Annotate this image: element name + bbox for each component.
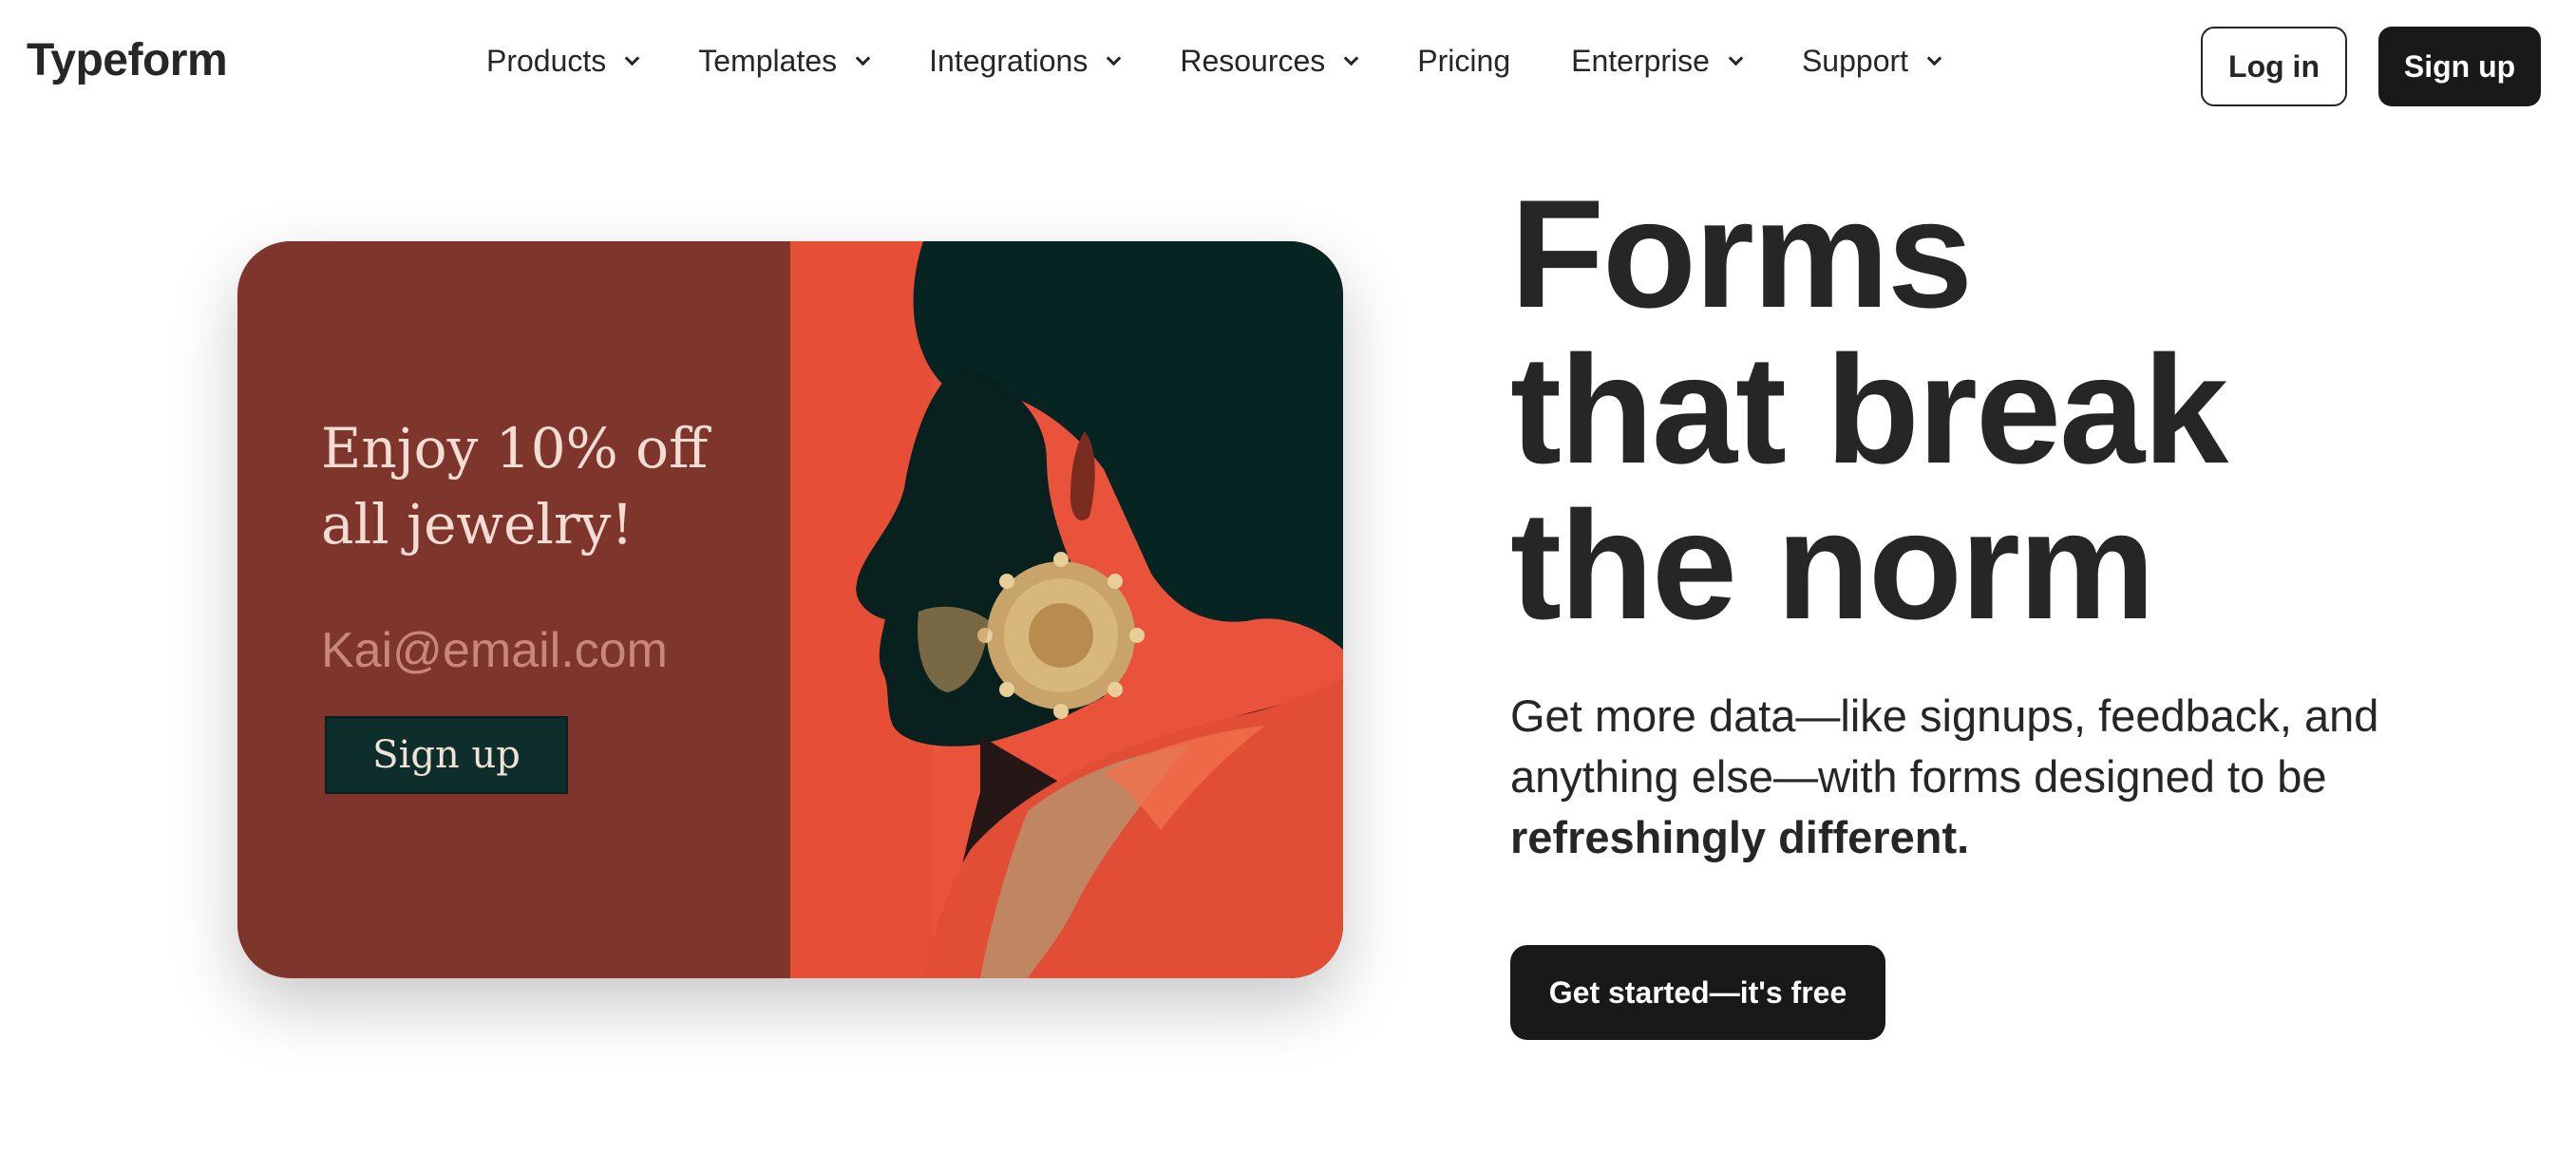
get-started-button[interactable]: Get started—it's free <box>1510 945 1885 1040</box>
chevron-down-icon <box>625 50 640 66</box>
nav-item-label: Resources <box>1180 44 1326 78</box>
nav-item-integrations[interactable]: Integrations <box>929 44 1122 79</box>
chevron-down-icon <box>1344 50 1359 66</box>
signup-button[interactable]: Sign up <box>2378 27 2541 106</box>
login-button[interactable]: Log in <box>2201 27 2347 106</box>
hero-subtitle-text: Get more data—like signups, feedback, an… <box>1510 690 2379 802</box>
nav-item-label: Templates <box>698 44 838 78</box>
hero-subtitle: Get more data—like signups, feedback, an… <box>1510 686 2470 868</box>
email-field[interactable] <box>321 617 720 684</box>
form-panel <box>237 241 790 978</box>
form-preview-card: Enjoy 10% off all jewelry! Sign up <box>237 241 1343 978</box>
chevron-down-icon <box>1107 50 1122 66</box>
nav-item-label: Products <box>486 44 607 78</box>
nav-item-pricing[interactable]: Pricing <box>1417 44 1510 79</box>
nav-item-label: Enterprise <box>1571 44 1710 78</box>
jewelry-model-photo <box>790 241 1343 978</box>
main-nav: Products Templates Integrations Resource… <box>486 44 1942 79</box>
card-signup-button[interactable]: Sign up <box>325 716 568 794</box>
hero-subtitle-emphasis: refreshingly different. <box>1510 812 1970 862</box>
hero-title-line: that break <box>1510 324 2228 496</box>
nav-item-support[interactable]: Support <box>1801 44 1942 79</box>
chevron-down-icon <box>1926 50 1942 66</box>
top-navigation-bar: Typeform Products Templates Integrations… <box>0 0 2576 131</box>
promo-headline: Enjoy 10% off all jewelry! <box>321 416 709 557</box>
nav-item-label: Integrations <box>929 44 1089 78</box>
nav-item-resources[interactable]: Resources <box>1180 44 1359 79</box>
hero-title-line: the norm <box>1510 480 2155 652</box>
chevron-down-icon <box>1728 50 1744 66</box>
nav-item-enterprise[interactable]: Enterprise <box>1571 44 1744 79</box>
nav-item-label: Pricing <box>1417 44 1511 78</box>
chevron-down-icon <box>855 50 871 66</box>
nav-item-templates[interactable]: Templates <box>698 44 871 79</box>
nav-item-label: Support <box>1801 44 1909 78</box>
hero-title: Forms that break the norm <box>1510 168 2228 652</box>
hero-title-line: Forms <box>1510 168 1973 340</box>
nav-item-products[interactable]: Products <box>486 44 640 79</box>
typeform-logo[interactable]: Typeform <box>27 34 228 86</box>
